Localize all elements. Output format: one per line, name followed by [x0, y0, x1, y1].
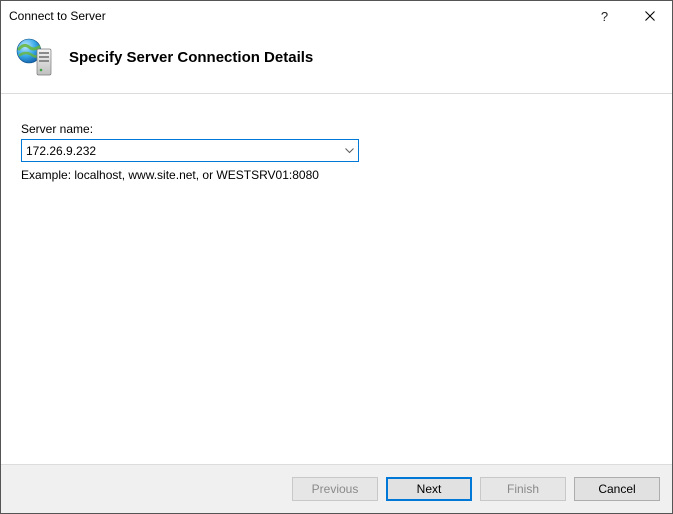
- close-button[interactable]: [627, 1, 672, 31]
- server-name-combobox[interactable]: [21, 139, 359, 162]
- server-icon: [15, 37, 55, 77]
- server-name-example: Example: localhost, www.site.net, or WES…: [21, 168, 654, 182]
- titlebar: Connect to Server ?: [1, 1, 672, 31]
- wizard-header: Specify Server Connection Details: [1, 31, 672, 93]
- chevron-down-icon: [345, 148, 354, 154]
- close-icon: [645, 11, 655, 21]
- wizard-footer: Previous Next Finish Cancel: [1, 465, 672, 513]
- wizard-heading: Specify Server Connection Details: [69, 49, 313, 66]
- wizard-content: Server name: Example: localhost, www.sit…: [1, 93, 672, 465]
- server-name-input[interactable]: [22, 140, 340, 161]
- help-button[interactable]: ?: [582, 1, 627, 31]
- window-title: Connect to Server: [9, 9, 582, 23]
- finish-button: Finish: [480, 477, 566, 501]
- server-name-dropdown-button[interactable]: [340, 140, 358, 161]
- cancel-button[interactable]: Cancel: [574, 477, 660, 501]
- previous-button: Previous: [292, 477, 378, 501]
- dialog-window: Connect to Server ?: [0, 0, 673, 514]
- server-name-label: Server name:: [21, 122, 654, 136]
- next-button[interactable]: Next: [386, 477, 472, 501]
